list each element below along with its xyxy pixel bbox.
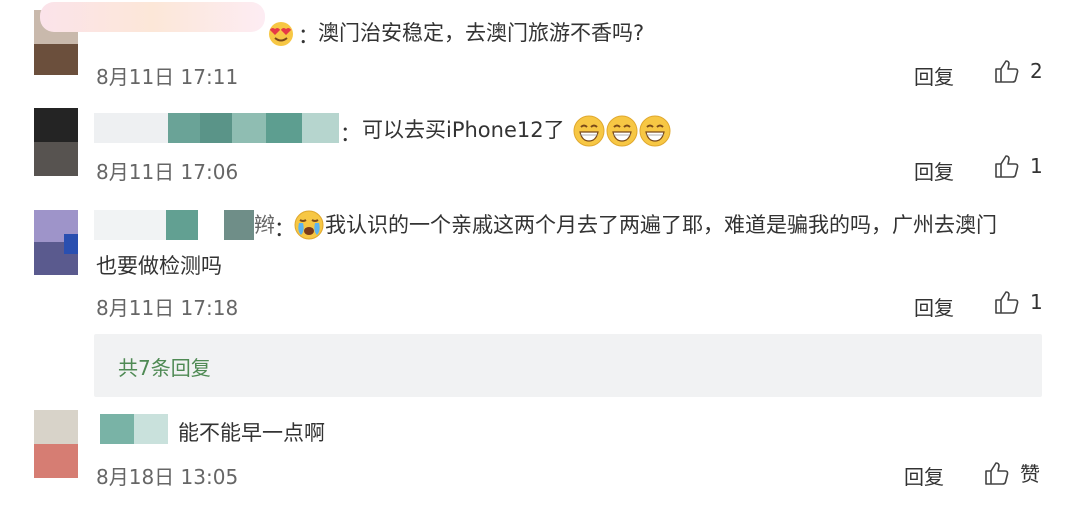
comment-2: ： 可以去买iPhone12了 8月11日 17:06 回复 1: [0, 95, 1080, 190]
like-label: 赞: [1020, 462, 1040, 486]
avatar[interactable]: [34, 410, 78, 478]
comment-time: 8月11日 17:06: [96, 160, 239, 184]
reply-button[interactable]: 回复: [914, 156, 954, 185]
comment-time: 8月11日 17:18: [96, 296, 239, 320]
colon: ：: [340, 122, 361, 146]
thumbs-up-icon: [995, 60, 1019, 83]
like-count: 1: [1030, 154, 1043, 178]
username-blurred[interactable]: [40, 2, 265, 32]
username-fragment[interactable]: 辫: [254, 205, 275, 245]
username-blurred[interactable]: [100, 414, 168, 444]
comment-1: ： 澳门治安稳定，去澳门旅游不香吗? 8月11日 17:11 回复 2: [0, 0, 1080, 95]
comment-text: 澳门治安稳定，去澳门旅游不香吗?: [318, 21, 645, 45]
like-button[interactable]: 1: [994, 153, 1043, 179]
comment-time: 8月18日 13:05: [96, 465, 239, 489]
reply-button[interactable]: 回复: [904, 461, 944, 490]
thumbs-up-icon: [995, 155, 1019, 178]
colon: ：: [274, 217, 295, 241]
comment-text-content: 可以去买iPhone12了: [362, 118, 565, 142]
username-blurred[interactable]: [94, 210, 254, 240]
like-button[interactable]: 1: [994, 289, 1043, 315]
heart-eyes-emoji: [269, 22, 293, 46]
thumbs-up-icon: [985, 461, 1009, 485]
avatar[interactable]: [34, 210, 78, 275]
like-count: 1: [1030, 290, 1043, 314]
thumbs-up-icon: [995, 291, 1019, 314]
reply-button[interactable]: 回复: [914, 292, 954, 321]
comment-text-line2: 也要做检测吗: [96, 254, 222, 278]
avatar[interactable]: [34, 108, 78, 176]
username-blurred[interactable]: [94, 113, 339, 143]
comment-text: 能不能早一点啊: [178, 421, 325, 445]
crying-emoji: [294, 210, 324, 240]
comment-4: 能不能早一点啊 8月18日 13:05 回复 赞: [0, 400, 1080, 511]
comment-text-line1: 我认识的一个亲戚这两个月去了两遍了耶，难道是骗我的吗，广州去澳门: [325, 213, 997, 237]
comment-text: 可以去买iPhone12了: [362, 110, 673, 150]
like-button[interactable]: 2: [994, 58, 1043, 84]
like-button[interactable]: 赞: [984, 458, 1040, 487]
comment-time: 8月11日 17:11: [96, 65, 239, 89]
comment-3: 辫 ： 我认识的一个亲戚这两个月去了两遍了耶，难道是骗我的吗，广州去澳门 也要做…: [0, 190, 1080, 330]
more-replies-link[interactable]: 共7条回复: [118, 352, 211, 381]
grin-emoji: [573, 115, 671, 147]
reply-button[interactable]: 回复: [914, 61, 954, 90]
colon: ：: [298, 24, 319, 48]
more-replies-box[interactable]: 共7条回复: [94, 334, 1042, 397]
like-count: 2: [1030, 59, 1043, 83]
